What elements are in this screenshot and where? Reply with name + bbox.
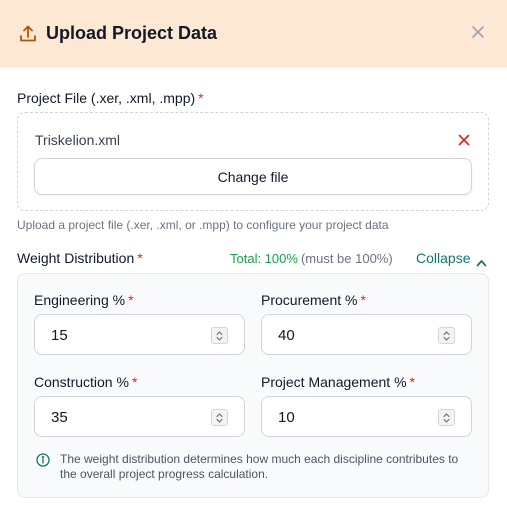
file-name: Triskelion.xml [35,132,121,148]
required-mark: * [131,374,138,390]
weight-distribution-label: Weight Distribution * [17,250,143,266]
total-note: (must be 100%) [300,251,393,266]
number-stepper[interactable] [438,409,455,426]
remove-file-icon[interactable] [458,133,470,146]
weight-info-note: The weight distribution determines how m… [36,452,476,482]
dialog-header: Upload Project Data [0,0,507,67]
file-dropzone[interactable]: Triskelion.xml Change file [17,112,489,211]
construction-input[interactable]: 35 [34,396,245,437]
procurement-label: Procurement % * [261,292,366,308]
info-icon [36,453,50,467]
project-management-label: Project Management % * [261,374,415,390]
dialog-title: Upload Project Data [46,23,218,43]
total-value: Total: 100% [230,251,298,266]
number-stepper[interactable] [438,327,455,344]
close-icon[interactable] [471,25,485,39]
weight-total: Total: 100% (must be 100%) [230,251,393,266]
collapse-toggle[interactable]: Collapse [416,250,487,267]
construction-label: Construction % * [34,374,138,390]
required-mark: * [137,250,143,266]
chevron-up-icon [476,254,487,267]
required-mark: * [360,292,366,308]
project-file-label: Project File (.xer, .xml, .mpp) * [17,90,204,106]
number-stepper[interactable] [211,409,228,426]
weight-panel: Engineering % * 15 Procurement % * 40 Cons… [17,273,489,498]
engineering-label: Engineering % * [34,292,134,308]
file-helper-text: Upload a project file (.xer, .xml, or .m… [17,218,389,232]
required-mark: * [128,292,134,308]
required-mark: * [409,374,415,390]
collapse-label: Collapse [416,250,471,266]
number-stepper[interactable] [211,327,228,344]
info-text: The weight distribution determines how m… [60,452,459,481]
procurement-input[interactable]: 40 [261,314,472,355]
project-management-input[interactable]: 10 [261,396,472,437]
engineering-input[interactable]: 15 [34,314,245,355]
upload-icon [18,24,38,44]
required-mark: * [198,90,204,106]
change-file-button[interactable]: Change file [34,158,472,195]
